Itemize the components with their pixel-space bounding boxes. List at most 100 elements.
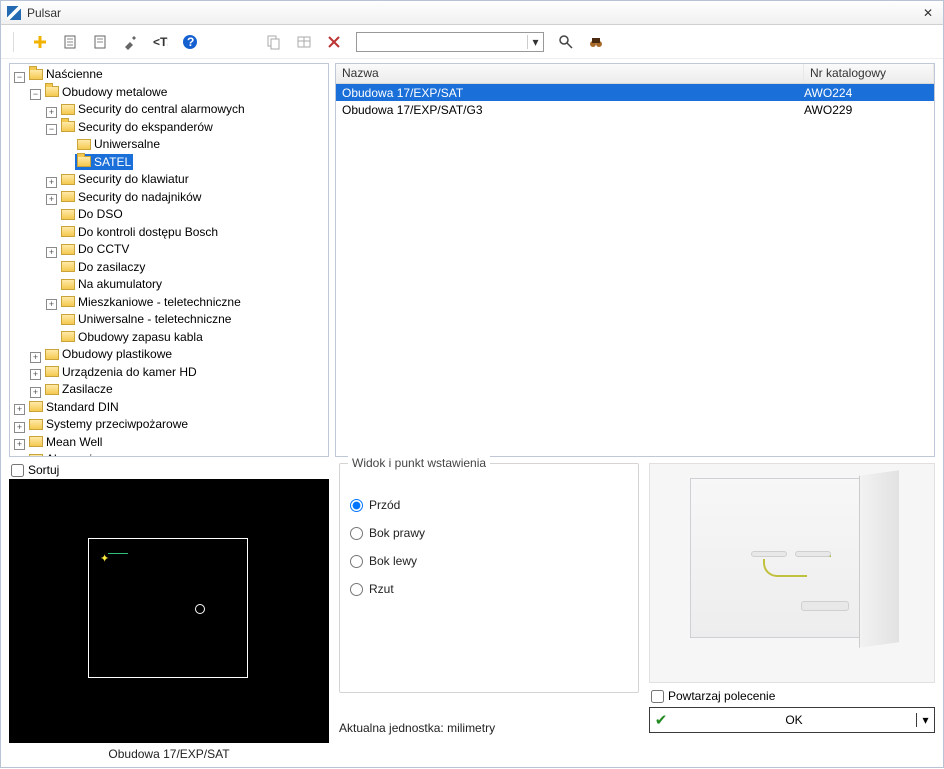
tree-toggle[interactable]: + (14, 404, 25, 415)
tree-node-label: Mean Well (46, 434, 102, 450)
folder-icon (61, 279, 75, 290)
document2-icon[interactable] (92, 34, 108, 50)
tree-node[interactable]: Do zasilaczy (59, 259, 147, 275)
tree-node[interactable]: Urządzenia do kamer HD (43, 364, 199, 380)
tree-toggle[interactable]: + (46, 299, 57, 310)
tree-toggle[interactable]: − (30, 89, 41, 100)
tree-node[interactable]: Security do ekspanderów (59, 119, 215, 135)
tree-node[interactable]: Do DSO (59, 206, 125, 222)
tree-node[interactable]: Security do central alarmowych (59, 101, 247, 117)
tag-icon[interactable]: <T> (152, 34, 168, 50)
tree-toggle[interactable]: + (46, 247, 57, 258)
tree-node[interactable]: SATEL (75, 154, 133, 170)
tree-toggle[interactable]: − (46, 124, 57, 135)
unit-label: Aktualna jednostka: milimetry (339, 721, 639, 735)
binoculars-icon[interactable] (588, 34, 604, 50)
tree-node[interactable]: Akcesoria (27, 451, 101, 457)
tree-toggle[interactable]: + (14, 422, 25, 433)
tree-toggle[interactable] (62, 156, 73, 167)
column-name[interactable]: Nazwa (336, 64, 804, 83)
tree-toggle[interactable] (46, 331, 57, 342)
tree-node[interactable]: Security do klawiatur (59, 171, 191, 187)
table-icon[interactable] (296, 34, 312, 50)
folder-icon (29, 454, 43, 458)
tools-icon[interactable] (122, 34, 138, 50)
tree-toggle[interactable]: + (30, 352, 41, 363)
tree-node[interactable]: Systemy przeciwpożarowe (27, 416, 190, 432)
tree-node-label: Systemy przeciwpożarowe (46, 416, 188, 432)
repeat-checkbox[interactable]: Powtarzaj polecenie (649, 683, 935, 707)
tree-toggle[interactable]: + (46, 107, 57, 118)
tree-node[interactable]: Mean Well (27, 434, 104, 450)
document-icon[interactable] (62, 34, 78, 50)
view-radio[interactable]: Bok lewy (350, 554, 628, 568)
tree-node[interactable]: Security do nadajników (59, 189, 203, 205)
tree-toggle[interactable] (46, 261, 57, 272)
chevron-down-icon[interactable]: ▾ (527, 35, 543, 49)
folder-icon (77, 139, 91, 150)
folder-icon (61, 209, 75, 220)
delete-icon[interactable] (326, 34, 342, 50)
search-combobox[interactable]: ▾ (356, 32, 544, 52)
list-body[interactable]: Obudowa 17/EXP/SATAWO224Obudowa 17/EXP/S… (336, 84, 934, 456)
tree-node-label: Do DSO (78, 206, 123, 222)
tree-toggle[interactable]: + (46, 194, 57, 205)
category-tree[interactable]: −Naścienne−Obudowy metalowe+Security do … (9, 63, 329, 457)
tree-node[interactable]: Obudowy zapasu kabla (59, 329, 205, 345)
folder-icon (61, 121, 75, 132)
tree-node[interactable]: Standard DIN (27, 399, 121, 415)
tree-toggle[interactable] (46, 314, 57, 325)
list-row[interactable]: Obudowa 17/EXP/SAT/G3AWO229 (336, 101, 934, 118)
tree-toggle[interactable] (46, 279, 57, 290)
view-radio-label: Rzut (369, 582, 394, 596)
folder-icon (61, 314, 75, 325)
folder-icon (45, 349, 59, 360)
repeat-label: Powtarzaj polecenie (668, 689, 775, 703)
view-radio[interactable]: Rzut (350, 582, 628, 596)
ok-dropdown[interactable]: ▾ (916, 713, 934, 727)
folder-icon (61, 104, 75, 115)
tree-node-label: Naścienne (46, 66, 103, 82)
tree-node[interactable]: Obudowy metalowe (43, 84, 169, 100)
tree-node[interactable]: Do CCTV (59, 241, 131, 257)
list-cell-name: Obudowa 17/EXP/SAT (342, 86, 804, 100)
add-icon[interactable] (32, 34, 48, 50)
tree-toggle[interactable] (46, 209, 57, 220)
tree-node[interactable]: Zasilacze (43, 381, 115, 397)
tree-toggle[interactable]: + (30, 369, 41, 380)
tree-node-label: Obudowy zapasu kabla (78, 329, 203, 345)
preview-label: Obudowa 17/EXP/SAT (9, 743, 329, 761)
folder-icon (45, 366, 59, 377)
folder-icon (61, 331, 75, 342)
search-input[interactable] (357, 35, 527, 49)
tree-node[interactable]: Naścienne (27, 66, 105, 82)
folder-icon (29, 401, 43, 412)
tree-toggle[interactable] (62, 139, 73, 150)
sort-checkbox[interactable]: Sortuj (9, 463, 329, 479)
tree-toggle[interactable]: + (14, 439, 25, 450)
tree-node[interactable]: Obudowy plastikowe (43, 346, 174, 362)
help-icon[interactable]: ? (182, 34, 198, 50)
column-catalog[interactable]: Nr katalogowy (804, 64, 934, 83)
tree-node[interactable]: Do kontroli dostępu Bosch (59, 224, 220, 240)
tree-node[interactable]: Mieszkaniowe - teletechniczne (59, 294, 243, 310)
tree-toggle[interactable]: + (30, 387, 41, 398)
tree-node-label: Uniwersalne (94, 136, 160, 152)
view-radio[interactable]: Przód (350, 498, 628, 512)
tree-toggle[interactable]: + (46, 177, 57, 188)
tree-node[interactable]: Na akumulatory (59, 276, 164, 292)
list-row[interactable]: Obudowa 17/EXP/SATAWO224 (336, 84, 934, 101)
toolbar: <T> ? ▾ (1, 25, 943, 59)
tree-toggle[interactable] (46, 226, 57, 237)
tree-node[interactable]: Uniwersalne (75, 136, 162, 152)
tree-node[interactable]: Uniwersalne - teletechniczne (59, 311, 233, 327)
folder-icon (61, 191, 75, 202)
tree-toggle[interactable]: − (14, 72, 25, 83)
view-radio-label: Bok lewy (369, 554, 417, 568)
search-icon[interactable] (558, 34, 574, 50)
ok-button[interactable]: ✔ OK ▾ (649, 707, 935, 733)
copy-icon[interactable] (266, 34, 282, 50)
close-button[interactable]: ✕ (919, 6, 937, 20)
view-radio[interactable]: Bok prawy (350, 526, 628, 540)
tree-toggle[interactable]: + (14, 457, 25, 458)
